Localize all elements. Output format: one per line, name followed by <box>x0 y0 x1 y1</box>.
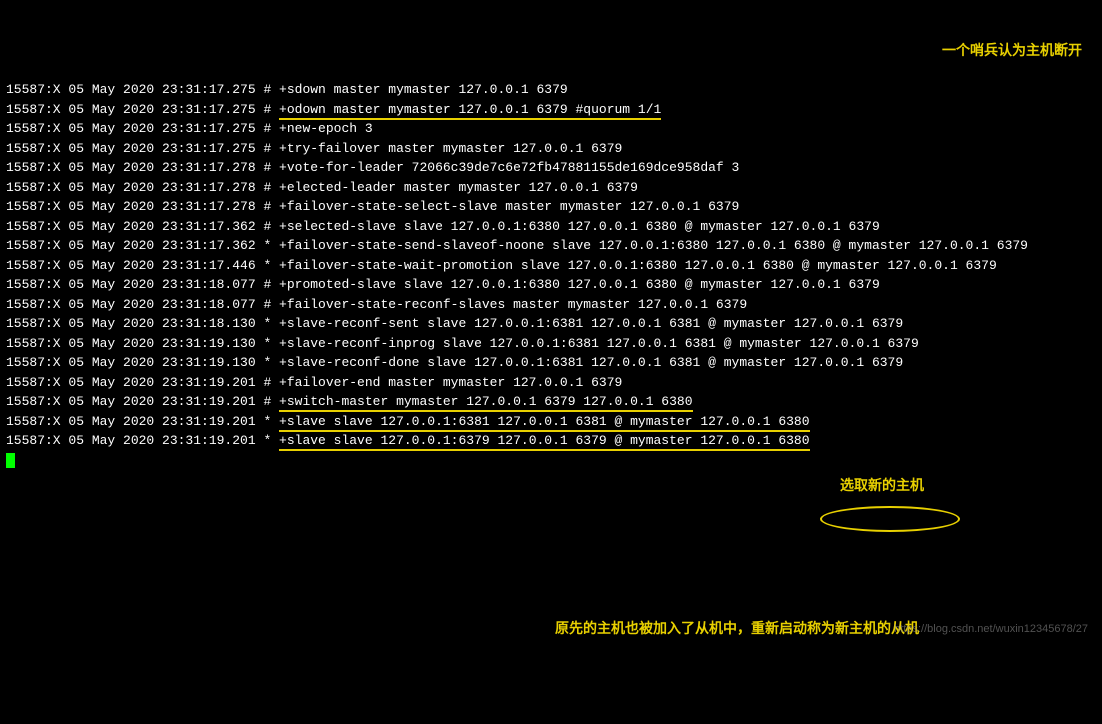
log-l0: 15587:X 05 May 2020 23:31:17.275 # +sdow… <box>6 82 568 97</box>
annotation-old-master-slave: 原先的主机也被加入了从机中，重新启动称为新主机的从机 <box>555 618 919 639</box>
log-l4: 15587:X 05 May 2020 23:31:17.278 # +vote… <box>6 160 739 175</box>
log-l10: 15587:X 05 May 2020 23:31:18.077 # +prom… <box>6 277 880 292</box>
log-l16: 15587:X 05 May 2020 23:31:19.201 # +swit… <box>6 394 693 412</box>
ip-port-circle <box>820 506 960 532</box>
annotation-new-master: 选取新的主机 <box>840 475 924 496</box>
log-l17: 15587:X 05 May 2020 23:31:19.201 * +slav… <box>6 414 810 432</box>
terminal-output: 15587:X 05 May 2020 23:31:17.275 # +sdow… <box>6 80 1096 470</box>
slave-6379-underline: +slave slave 127.0.0.1:6379 127.0.0.1 63… <box>279 433 810 451</box>
watermark-text: https://blog.csdn.net/wuxin12345678/27 <box>894 621 1088 638</box>
log-l15: 15587:X 05 May 2020 23:31:19.201 # +fail… <box>6 375 622 390</box>
log-l9: 15587:X 05 May 2020 23:31:17.446 * +fail… <box>6 258 997 273</box>
log-l6: 15587:X 05 May 2020 23:31:17.278 # +fail… <box>6 199 739 214</box>
log-l14: 15587:X 05 May 2020 23:31:19.130 * +slav… <box>6 355 903 370</box>
log-l3: 15587:X 05 May 2020 23:31:17.275 # +try-… <box>6 141 622 156</box>
log-l2: 15587:X 05 May 2020 23:31:17.275 # +new-… <box>6 121 373 136</box>
log-l1: 15587:X 05 May 2020 23:31:17.275 # +odow… <box>6 102 661 120</box>
log-l8: 15587:X 05 May 2020 23:31:17.362 * +fail… <box>6 238 1028 253</box>
log-l13: 15587:X 05 May 2020 23:31:19.130 * +slav… <box>6 336 919 351</box>
log-l5: 15587:X 05 May 2020 23:31:17.278 # +elec… <box>6 180 638 195</box>
log-l7: 15587:X 05 May 2020 23:31:17.362 # +sele… <box>6 219 880 234</box>
log-l18: 15587:X 05 May 2020 23:31:19.201 * +slav… <box>6 433 810 451</box>
odown-underline: +odown master mymaster 127.0.0.1 6379 #q… <box>279 102 661 120</box>
slave-6381-underline: +slave slave 127.0.0.1:6381 127.0.0.1 63… <box>279 414 810 432</box>
switch-master-underline: +switch-master mymaster 127.0.0.1 6379 1… <box>279 394 692 412</box>
log-l12: 15587:X 05 May 2020 23:31:18.130 * +slav… <box>6 316 903 331</box>
annotation-sentinel-sdown: 一个哨兵认为主机断开 <box>942 40 1082 61</box>
terminal-cursor[interactable] <box>6 453 15 468</box>
log-l11: 15587:X 05 May 2020 23:31:18.077 # +fail… <box>6 297 747 312</box>
